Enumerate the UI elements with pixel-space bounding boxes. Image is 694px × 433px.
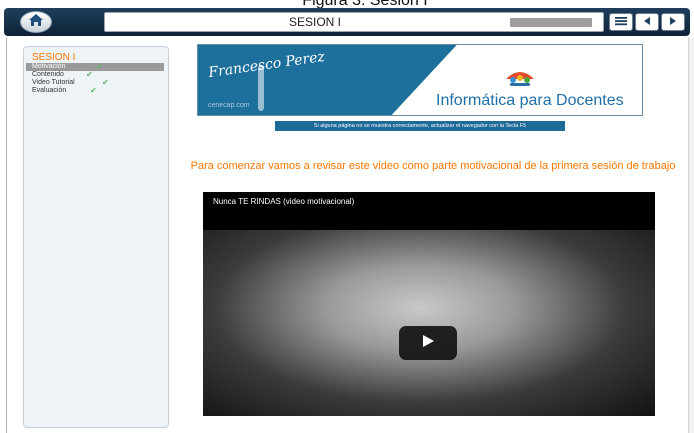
play-icon bbox=[420, 333, 436, 354]
figure-caption: Figura 3. Sesión I bbox=[255, 0, 475, 8]
content-frame: SESION I Motivación ✔ Contenido ✔ Video … bbox=[6, 38, 694, 433]
intro-text: Para comenzar vamos a revisar este video… bbox=[190, 160, 676, 172]
page-title: SESION I bbox=[288, 15, 341, 29]
check-icon: ✔ bbox=[86, 70, 93, 79]
progress-fill bbox=[510, 18, 592, 27]
list-icon bbox=[614, 13, 628, 31]
sidebar-item-evaluacion[interactable]: Evaluación ✔ bbox=[26, 87, 164, 95]
sidebar-item-label: Video Tutorial bbox=[32, 79, 75, 86]
page-scrollbar[interactable] bbox=[688, 38, 694, 433]
previous-button[interactable] bbox=[635, 13, 659, 31]
title-box: SESION I bbox=[104, 12, 604, 32]
banner-site-text: cenecap.com bbox=[208, 102, 250, 109]
video-player[interactable]: Nunca TE RINDAS (video motivacional) bbox=[203, 192, 655, 416]
header-banner: Francesco Perez cenecap.com Informática … bbox=[197, 44, 643, 116]
sidebar-item-label: Motivación bbox=[32, 63, 66, 70]
banner-brand-text: Informática para Docentes bbox=[436, 92, 624, 109]
sidebar-item-label: Contenido bbox=[32, 71, 64, 78]
chevron-right-icon bbox=[668, 13, 678, 31]
banner-figure bbox=[258, 65, 264, 111]
menu-button[interactable] bbox=[609, 13, 633, 31]
home-button[interactable] bbox=[20, 11, 52, 33]
refresh-notice: Si alguna página no se muestra correctam… bbox=[275, 121, 565, 131]
home-icon bbox=[28, 13, 44, 32]
sidebar: SESION I Motivación ✔ Contenido ✔ Video … bbox=[23, 46, 169, 428]
people-logo-icon bbox=[504, 67, 536, 87]
progress-bar bbox=[510, 18, 592, 27]
video-title[interactable]: Nunca TE RINDAS (video motivacional) bbox=[213, 197, 354, 206]
check-icon: ✔ bbox=[90, 86, 97, 95]
next-button[interactable] bbox=[661, 13, 685, 31]
top-navigation-bar: SESION I bbox=[4, 8, 690, 36]
sidebar-item-label: Evaluación bbox=[32, 87, 67, 94]
play-button[interactable] bbox=[399, 326, 457, 360]
video-title-bar: Nunca TE RINDAS (video motivacional) bbox=[203, 192, 655, 230]
nav-controls bbox=[609, 13, 685, 31]
sidebar-item-contenido[interactable]: Contenido ✔ bbox=[26, 71, 164, 79]
check-icon: ✔ bbox=[102, 78, 109, 87]
chevron-left-icon bbox=[642, 13, 652, 31]
video-thumbnail[interactable] bbox=[203, 230, 655, 416]
sidebar-item-motivacion[interactable]: Motivación ✔ bbox=[26, 63, 164, 71]
check-icon: ✔ bbox=[96, 62, 103, 71]
